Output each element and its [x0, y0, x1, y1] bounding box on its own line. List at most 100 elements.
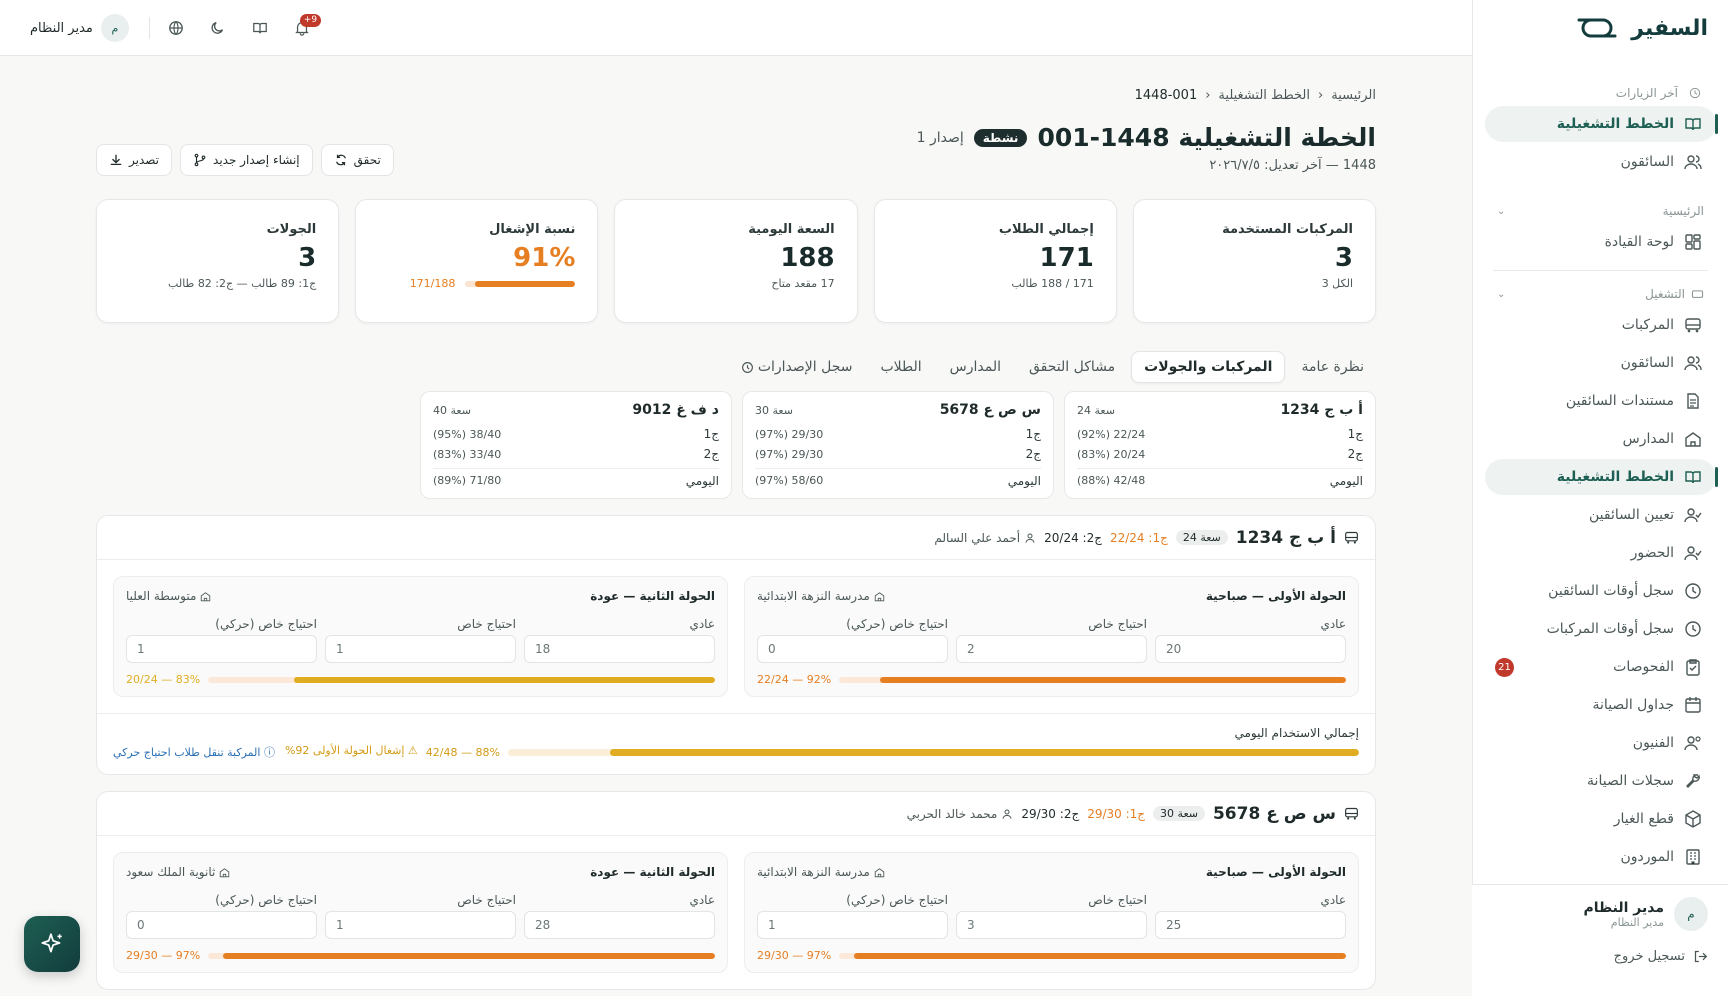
globe-icon: [169, 21, 183, 35]
sidebar-item[interactable]: الحضور: [1485, 535, 1716, 571]
topbar-user-menu[interactable]: م مدير النظام: [20, 14, 139, 42]
trip1-label: ج1: [703, 427, 719, 441]
guide-button[interactable]: [244, 12, 276, 44]
tab-version-history[interactable]: سجل الإصدارات: [729, 351, 865, 383]
sidebar-item[interactable]: قطع الغيار: [1485, 801, 1716, 837]
vehicle-summary-card[interactable]: س ص ع 5678 سعة 30 ج1 29/30 (97%) ج2 29/30 (97…: [742, 391, 1054, 499]
tab-overview[interactable]: نظرة عامة: [1289, 351, 1376, 383]
regular-count-input[interactable]: 28: [524, 911, 715, 939]
sidebar-item[interactable]: جداول الصيانة: [1485, 687, 1716, 723]
sidebar-item[interactable]: الفحوصات 21: [1485, 649, 1716, 685]
occupancy-progress-bar: [465, 280, 576, 287]
sidebar-item[interactable]: الفنيون: [1485, 725, 1716, 761]
sidebar-item[interactable]: مستندات السائقين: [1485, 383, 1716, 419]
sidebar-nav: آخر الزيارات الخطط التشغيلية السائقون الر…: [1473, 56, 1728, 875]
sidebar-item[interactable]: السائقون: [1485, 345, 1716, 381]
mobility-needs-count-input[interactable]: 0: [126, 911, 317, 939]
school-name: مدرسة النزهة الابتدائية: [757, 589, 870, 603]
vehicle-summary-card[interactable]: د ف غ 9012 سعة 40 ج1 38/40 (95%) ج2 33/40 (83…: [420, 391, 732, 499]
daily-value: 42/48 (88%): [1077, 474, 1146, 487]
sidebar-item[interactable]: لوحة القيادة: [1485, 224, 1716, 260]
stat-sub: الكل 3: [1321, 277, 1353, 290]
tab-students[interactable]: الطلاب: [868, 351, 933, 383]
trip-occupancy-label: 97% — 29/30: [757, 949, 832, 962]
home-group-label: الرئيسية: [1662, 204, 1704, 218]
special-needs-count-input[interactable]: 2: [956, 635, 1147, 663]
ops-group-toggle[interactable]: التشغيل ⌄: [1485, 281, 1716, 307]
vehicle-plate: أ ب ج 1234: [1235, 527, 1336, 548]
trip2-value: 20/24 (83%): [1077, 447, 1146, 461]
trip-occupancy-bar: [208, 676, 715, 683]
sidebar-item[interactable]: الخطط التشغيلية: [1485, 106, 1718, 142]
language-button[interactable]: [160, 12, 192, 44]
new-version-button[interactable]: إنشاء إصدار جديد: [180, 144, 313, 176]
stat-sub: 17 مقعد متاح: [771, 277, 835, 290]
sidebar-item[interactable]: الخطط التشغيلية: [1485, 459, 1718, 495]
trip-school: متوسطة العليا: [126, 589, 211, 603]
special-needs-count-input[interactable]: 3: [956, 911, 1147, 939]
vehicle-summary-card[interactable]: أ ب ج 1234 سعة 24 ج1 22/24 (92%) ج2 20/24 (83…: [1064, 391, 1376, 499]
field-label: احتياج خاص: [457, 893, 516, 907]
sidebar-item[interactable]: سجل أوقات المركبات: [1485, 611, 1716, 647]
notifications-button[interactable]: +9: [286, 12, 322, 44]
trip1-value: 38/40 (95%): [433, 427, 502, 441]
clipboard-icon: [1686, 659, 1700, 676]
driver-name: أحمد علي السالم: [934, 531, 1036, 545]
sidebar-item[interactable]: المدارس: [1485, 421, 1716, 457]
main-content: الرئيسية ‹ الخطط التشغيلية ‹ 1448-001 ال…: [0, 56, 1472, 996]
user-profile[interactable]: م مدير النظام مدير النظام: [1492, 897, 1708, 931]
user-name: مدير النظام: [1583, 899, 1664, 916]
sidebar-item[interactable]: سجل أوقات السائقين: [1485, 573, 1716, 609]
count-badge: 21: [1495, 658, 1514, 677]
breadcrumb-section[interactable]: الخطط التشغيلية: [1218, 88, 1310, 103]
stat-value: 3: [298, 243, 317, 273]
sidebar-item[interactable]: الموردون: [1485, 839, 1716, 875]
home-group-toggle[interactable]: الرئيسية ⌄: [1485, 198, 1716, 224]
tab-validation-issues[interactable]: مشاكل التحقق: [1017, 351, 1127, 383]
mobility-needs-count-input[interactable]: 1: [126, 635, 317, 663]
special-needs-count-input[interactable]: 1: [325, 635, 516, 663]
chevron-down-icon: ⌄: [1497, 205, 1506, 217]
occupancy-ratio: 171/188: [409, 277, 456, 290]
book-open-icon: [253, 22, 267, 34]
stat-value: 3: [1334, 243, 1353, 273]
regular-count-input[interactable]: 20: [1155, 635, 1346, 663]
regular-count-input[interactable]: 18: [524, 635, 715, 663]
special-needs-count-input[interactable]: 1: [325, 911, 516, 939]
mobility-needs-count-input[interactable]: 0: [757, 635, 948, 663]
users-icon: [1684, 356, 1702, 371]
verify-button[interactable]: تحقق: [320, 144, 394, 176]
export-button[interactable]: تصدير: [96, 144, 173, 176]
stat-occupancy: نسبة الإشغال 91% 171/188: [355, 199, 599, 323]
theme-toggle[interactable]: [202, 12, 234, 44]
driver-name: محمد خالد الحربي: [907, 807, 1014, 821]
refresh-icon: [335, 154, 346, 166]
breadcrumb-home[interactable]: الرئيسية: [1331, 88, 1376, 103]
sidebar-item[interactable]: المركبات: [1485, 307, 1716, 343]
field-label: عادي: [689, 893, 715, 907]
brand[interactable]: السفير: [1473, 0, 1728, 56]
ai-assistant-button[interactable]: [24, 916, 80, 972]
git-branch-icon: [194, 153, 206, 167]
daily-usage: إجمالي الاستخدام اليومي 88% — 42/48 ⚠ إشغا…: [97, 713, 1375, 774]
sidebar-item-label: سجل أوقات المركبات: [1546, 621, 1674, 637]
field-label: احتياج خاص: [457, 617, 516, 631]
sidebar-item-label: الخطط التشغيلية: [1556, 116, 1674, 132]
version-label: إصدار 1: [916, 129, 964, 146]
mobility-needs-count-input[interactable]: 1: [757, 911, 948, 939]
status-badge: نشطة: [973, 128, 1028, 147]
trip-title: الحولة الأولى — صباحية: [1205, 589, 1346, 603]
trip-card: الحولة الأولى — صباحية مدرسة النزهة الابت…: [744, 576, 1359, 697]
tab-vehicles-trips[interactable]: المركبات والجولات: [1131, 351, 1286, 383]
sidebar-item[interactable]: تعيين السائقين: [1485, 497, 1716, 533]
trip-occupancy-bar: [208, 952, 715, 959]
field-label: احتياج خاص (حركي): [215, 617, 317, 631]
stat-sub: ج1: 89 طالب — ج2: 82 طالب: [168, 277, 317, 290]
sidebar-item-label: سجلات الصيانة: [1587, 773, 1674, 789]
tab-schools[interactable]: المدارس: [938, 351, 1013, 383]
trip1-load: ج1: 29/30: [1087, 806, 1146, 821]
sidebar-item[interactable]: السائقون: [1485, 144, 1716, 180]
regular-count-input[interactable]: 25: [1155, 911, 1346, 939]
sidebar-item[interactable]: سجلات الصيانة: [1485, 763, 1716, 799]
logout-button[interactable]: تسجيل خروج: [1492, 949, 1708, 964]
